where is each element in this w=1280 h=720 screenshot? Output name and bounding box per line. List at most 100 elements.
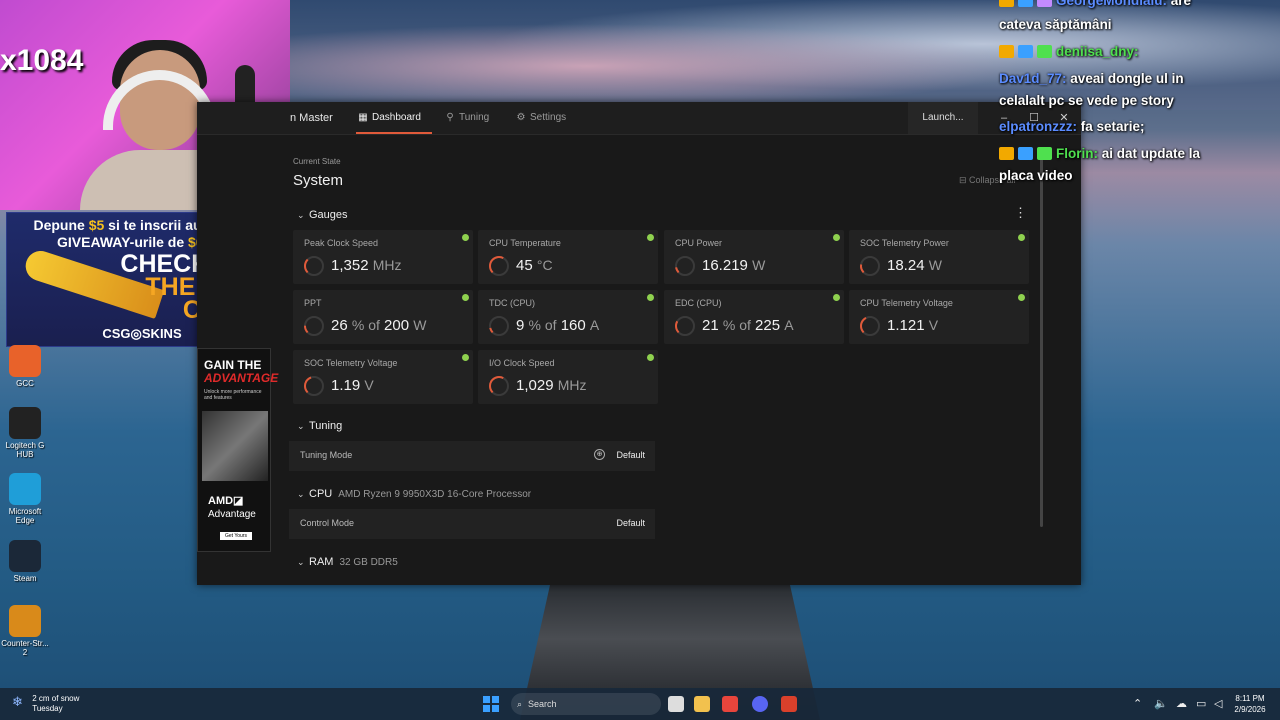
amd-ad-headline: GAIN THE ADVANTAGE	[204, 358, 279, 385]
chat-username[interactable]: Florin:	[1056, 146, 1098, 161]
chat-text: cateva săptămâni	[999, 17, 1112, 32]
status-dot	[833, 294, 840, 301]
gauge-name: CPU Power	[675, 238, 723, 248]
gauge-value: 1.121 V	[887, 317, 939, 334]
gauge-arc-icon	[304, 376, 324, 396]
chat-message: cateva săptămâni	[999, 13, 1280, 36]
desktop-icon[interactable]: Microsoft Edge	[0, 473, 50, 525]
app-icon	[9, 540, 41, 572]
chat-text: are	[1167, 0, 1192, 8]
app-icon	[9, 345, 41, 377]
amd-advantage-ad: GAIN THE ADVANTAGE Unlock more performanc…	[197, 348, 279, 552]
dashboard-icon: ▦	[358, 112, 368, 123]
taskbar-search[interactable]: ⌕ Search	[511, 693, 661, 715]
app-title: n Master	[290, 112, 333, 124]
current-state-label: Current State	[293, 157, 341, 166]
desktop-icon-label: Microsoft Edge	[8, 507, 42, 525]
chevron-down-icon: ⌄	[297, 210, 305, 220]
tab-tuning[interactable]: ⚲ Tuning	[445, 102, 489, 134]
amd-ad-button: Get Yours	[220, 532, 252, 540]
status-dot	[1018, 294, 1025, 301]
tuning-mode-label: Tuning Mode	[300, 450, 353, 460]
gauge-value: 1,352 MHz	[331, 257, 402, 274]
tab-dashboard[interactable]: ▦ Dashboard	[356, 102, 432, 134]
status-dot	[462, 354, 469, 361]
desktop-icon[interactable]: Logitech G HUB	[0, 407, 50, 459]
cloud-icon[interactable]: ☁	[1176, 697, 1187, 710]
section-gauges-header[interactable]: ⌄ Gauges	[297, 209, 348, 221]
chat-message: deniisa_dny:	[999, 40, 1280, 63]
gauge-value: 18.24 W	[887, 257, 942, 274]
section-ram-header[interactable]: ⌄ RAM 32 GB DDR5	[297, 556, 398, 568]
system-title: System	[293, 172, 344, 189]
tuning-mode-row[interactable]: Tuning Mode ⊕ Default	[289, 441, 655, 471]
gauge-arc-icon	[489, 256, 509, 276]
windows-start-icon[interactable]	[483, 696, 499, 712]
gauge-name: Peak Clock Speed	[304, 238, 379, 248]
status-dot	[462, 234, 469, 241]
gauge-name: CPU Temperature	[489, 238, 561, 248]
section-tuning-header[interactable]: ⌄ Tuning	[297, 420, 342, 432]
control-mode-row[interactable]: Control Mode Default	[289, 509, 655, 539]
game-badge-icon	[1018, 0, 1033, 7]
gauge-name: EDC (CPU)	[675, 298, 722, 308]
section-cpu-header[interactable]: ⌄ CPU AMD Ryzen 9 9950X3D 16-Core Processo…	[297, 488, 531, 500]
crown-badge-icon	[999, 45, 1014, 58]
ryzen-master-window: n Master ▦ Dashboard ⚲ Tuning ⚙ Settings La…	[197, 102, 1081, 585]
file-explorer-icon[interactable]	[694, 696, 710, 712]
sub-badge-icon	[1037, 0, 1052, 7]
gauge-arc-icon	[860, 316, 880, 336]
chat-text: ai dat update la	[1098, 146, 1201, 161]
chat-message: GeorgeMondialu: are	[999, 0, 1280, 12]
chat-text: celalalt pc se vede pe story	[999, 93, 1174, 108]
discord-icon[interactable]	[752, 696, 768, 712]
crown-badge-icon	[999, 147, 1014, 160]
status-dot	[647, 234, 654, 241]
gauge-value: 45 °C	[516, 257, 553, 274]
chat-text: placa video	[999, 168, 1073, 183]
gauge-card: Peak Clock Speed 1,352 MHz	[293, 230, 473, 284]
gauge-card: CPU Temperature 45 °C	[478, 230, 658, 284]
gauge-arc-icon	[675, 316, 695, 336]
gauge-value: 16.219 W	[702, 257, 766, 274]
gauge-card: CPU Power 16.219 W	[664, 230, 844, 284]
chevron-up-icon[interactable]: ⌃	[1133, 697, 1142, 710]
brave-browser-icon[interactable]	[722, 696, 738, 712]
task-view-icon[interactable]	[668, 696, 684, 712]
app-tab-bar: n Master ▦ Dashboard ⚲ Tuning ⚙ Settings La…	[197, 102, 1081, 135]
gauge-card: SOC Telemetry Voltage 1.19 V	[293, 350, 473, 404]
amd-ad-product: Advantage	[208, 509, 256, 520]
launch-button[interactable]: Launch...	[908, 102, 978, 134]
weather-widget[interactable]: ❄ 2 cm of snow Tuesday	[12, 694, 79, 714]
desktop-icon[interactable]: Counter-Str... 2	[0, 605, 50, 657]
network-icon[interactable]: ▭	[1196, 697, 1206, 710]
chat-username[interactable]: Dav1d_77:	[999, 71, 1067, 86]
sub-badge-icon	[1037, 45, 1052, 58]
chat-text: fa setarie;	[1077, 119, 1145, 134]
amd-software-icon[interactable]	[781, 696, 797, 712]
desktop-icon[interactable]: Steam	[0, 540, 50, 583]
gauge-name: TDC (CPU)	[489, 298, 535, 308]
app-icon	[9, 473, 41, 505]
gauge-value: 1,029 MHz	[516, 377, 587, 394]
system-clock[interactable]: 8:11 PM 2/9/2026	[1228, 693, 1272, 715]
scrollbar[interactable]	[1040, 157, 1043, 527]
gauge-arc-icon	[304, 256, 324, 276]
chevron-down-icon: ⌄	[297, 557, 305, 567]
chat-message: celalalt pc se vede pe story	[999, 89, 1280, 112]
volume-icon[interactable]: ◁	[1214, 697, 1222, 710]
weather-day: Tuesday	[32, 704, 63, 713]
chat-username[interactable]: GeorgeMondialu:	[1056, 0, 1167, 8]
webcam-overlay-text: x1084	[0, 44, 84, 77]
chat-username[interactable]: deniisa_dny:	[1056, 44, 1139, 59]
desktop-icon[interactable]: GCC	[0, 345, 50, 388]
gauge-name: PPT	[304, 298, 322, 308]
chat-message: Dav1d_77: aveai dongle ul in	[999, 67, 1280, 90]
gauge-card: PPT 26 % of 200 W	[293, 290, 473, 344]
weather-text: 2 cm of snow	[32, 694, 80, 703]
more-options-icon[interactable]: ⋮	[1014, 205, 1027, 221]
gauge-name: SOC Telemetry Voltage	[304, 358, 398, 368]
audio-icon[interactable]: 🔈	[1154, 697, 1168, 710]
chat-username[interactable]: elpatronzzz:	[999, 119, 1077, 134]
tab-settings[interactable]: ⚙ Settings	[516, 102, 567, 134]
